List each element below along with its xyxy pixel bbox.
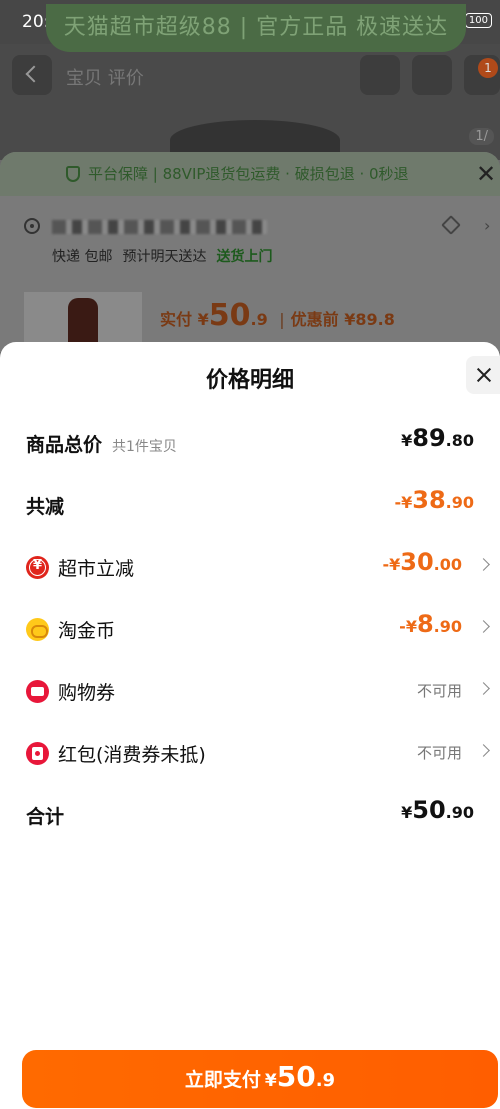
chevron-right-icon [477,558,490,571]
back-button[interactable] [12,55,52,95]
shipping-method: 快递 包邮 [52,249,113,265]
pay-button-content: 立即支付 ¥50.9 [22,1060,498,1093]
amount-dec: .90 [433,617,462,636]
battery-icon: 100 [464,13,492,28]
nav-tabs[interactable]: 宝贝 评价 [66,64,144,90]
shipping-info: 快递 包邮 预计明天送达 送货上门 [52,246,272,266]
product-price: 实付 ¥50.9 | 优惠前 ¥89.8 [160,298,395,333]
goods-total-label-text: 商品总价 [26,434,103,456]
supermarket-discount-icon [26,556,49,579]
amount-dec: .80 [445,431,474,450]
pay-int: 50 [276,1060,316,1093]
red-packet-label: 红包(消费券未抵) [58,744,206,766]
image-page-indicator: 1/ [469,128,494,145]
supermarket-discount-row[interactable]: 超市立减 -¥30.00 [0,546,500,586]
product-thumbnail [24,292,142,344]
amount-dec: .00 [433,555,462,574]
item-count: 共1件宝贝 [112,439,177,455]
chevron-right-icon [477,744,490,757]
currency: -¥ [399,617,417,636]
sum-label: 合计 [26,806,65,828]
gold-coin-amount: -¥8.90 [399,610,462,638]
price-detail-modal: 价格明细 商品总价共1件宝贝 ¥89.80 共减 -¥38.90 超市立减 -¥… [0,342,500,1109]
coupon-icon [26,680,49,703]
price-currency: ¥ [197,310,209,329]
before-discount: 优惠前 ¥89.8 [290,310,395,329]
promo-banner: 天猫超市超级88 | 官方正品 极速送达 [46,4,466,52]
shipping-eta: 预计明天送达 [122,249,207,265]
currency: ¥ [401,803,413,822]
modal-title: 价格明细 [205,368,294,393]
gold-coin-label: 淘金币 [58,620,116,642]
chevron-right-icon [477,620,490,633]
amount-int: 89 [412,424,446,452]
location-pin-icon [24,218,40,234]
amount-int: 8 [416,610,434,638]
price-separator: | [279,310,285,329]
close-button[interactable] [466,356,500,394]
total-reduction-row: 共减 -¥38.90 [0,484,500,524]
sum-row: 合计 ¥50.90 [0,794,500,834]
amount-dec: .90 [445,803,474,822]
supermarket-discount-amount: -¥30.00 [382,548,462,576]
supermarket-discount-label: 超市立减 [58,558,135,580]
price-label: 实付 [160,310,193,329]
gold-coin-icon [26,618,49,641]
coupon-status: 不可用 [416,682,462,700]
sum-amount: ¥50.90 [401,796,474,824]
amount-int: 30 [400,548,434,576]
pay-label: 立即支付 [184,1069,261,1091]
gold-coin-row[interactable]: 淘金币 -¥8.90 [0,608,500,648]
guarantee-text: 平台保障 | 88VIP退货包运费 · 破损包退 · 0秒退 [88,165,409,183]
reduction-amount: -¥38.90 [394,486,474,514]
address-row[interactable]: 快递 包邮 预计明天送达 送货上门 › [0,196,500,280]
pay-dec: .9 [315,1070,336,1091]
shipping-door: 送货上门 [216,249,273,265]
currency: -¥ [394,493,413,512]
goods-total-amount: ¥89.80 [401,424,474,452]
share-button[interactable] [360,55,400,95]
amount-dec: .90 [445,493,474,512]
red-packet-status: 不可用 [416,744,462,762]
sheet-close-icon[interactable]: ✕ [476,162,496,186]
goods-total-row: 商品总价 共1件宝贝 ¥89.80 [0,422,500,462]
coupon-row[interactable]: 购物券 不可用 [0,670,500,710]
chevron-right-icon: › [484,216,491,235]
pay-now-button[interactable]: 立即支付 ¥50.9 [22,1050,498,1108]
cart-button[interactable] [412,55,452,95]
price-value: 50 [208,298,251,333]
cart-badge: 1 [478,58,498,78]
coupon-label: 购物券 [58,682,116,704]
amount-int: 38 [412,486,446,514]
goods-total-label: 商品总价 共1件宝贝 [26,430,177,457]
amount-int: 50 [412,796,446,824]
currency: -¥ [382,555,401,574]
reduction-label: 共减 [26,496,65,518]
currency: ¥ [401,431,413,450]
address-text-blurred [52,220,267,234]
edit-icon[interactable] [441,215,461,235]
red-packet-row[interactable]: 红包(消费券未抵) 不可用 [0,732,500,772]
red-packet-icon [26,742,49,765]
price-decimal: .9 [250,310,268,329]
chevron-right-icon [477,682,490,695]
platform-guarantee: 平台保障 | 88VIP退货包运费 · 破损包退 · 0秒退 [0,152,500,196]
shield-icon [66,166,80,182]
pay-currency: ¥ [264,1071,277,1091]
